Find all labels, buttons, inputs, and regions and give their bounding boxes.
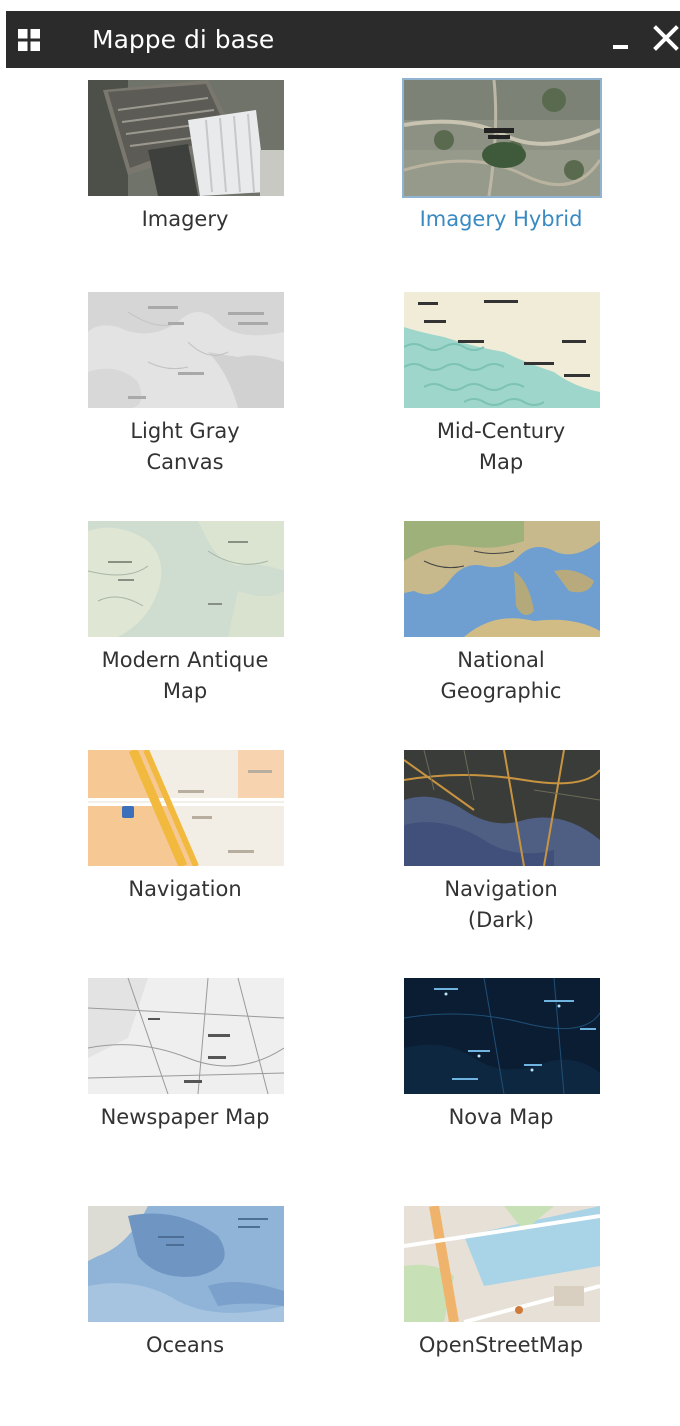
basemap-label: Imagery bbox=[141, 207, 229, 231]
national-geographic-thumbnail bbox=[404, 521, 600, 637]
basemap-label: Imagery Hybrid bbox=[419, 207, 583, 231]
basemap-label: Mid-Century Map bbox=[436, 419, 566, 474]
basemap-label: Newspaper Map bbox=[100, 1105, 270, 1129]
navigation-thumbnail bbox=[88, 750, 284, 866]
basemap-oceans[interactable]: Oceans bbox=[40, 1206, 330, 1426]
modern-antique-map-thumbnail bbox=[88, 521, 284, 637]
basemap-label: Nova Map bbox=[448, 1105, 554, 1129]
basemap-newspaper-map[interactable]: Newspaper Map bbox=[40, 978, 330, 1198]
newspaper-map-thumbnail bbox=[88, 978, 284, 1094]
basemap-imagery[interactable]: Imagery bbox=[40, 80, 330, 300]
basemap-mid-century-map[interactable]: Mid-Century Map bbox=[356, 292, 646, 512]
oceans-thumbnail bbox=[88, 1206, 284, 1322]
basemap-label: Navigation bbox=[128, 877, 242, 901]
basemap-light-gray-canvas[interactable]: Light Gray Canvas bbox=[40, 292, 330, 512]
basemap-navigation[interactable]: Navigation bbox=[40, 750, 330, 970]
navigation-dark-thumbnail bbox=[404, 750, 600, 866]
basemap-openstreetmap[interactable]: OpenStreetMap bbox=[356, 1206, 646, 1426]
minimize-icon bbox=[613, 45, 628, 49]
basemap-imagery-hybrid[interactable]: Imagery Hybrid bbox=[356, 80, 646, 300]
panel-titlebar: Mappe di base bbox=[6, 11, 680, 68]
mid-century-map-thumbnail bbox=[404, 292, 600, 408]
basemap-navigation-dark[interactable]: Navigation (Dark) bbox=[356, 750, 646, 970]
basemap-label: Light Gray Canvas bbox=[130, 419, 240, 474]
basemap-modern-antique-map[interactable]: Modern Antique Map bbox=[40, 521, 330, 741]
panel-title: Mappe di base bbox=[92, 25, 275, 54]
basemap-national-geographic[interactable]: National Geographic bbox=[356, 521, 646, 741]
light-gray-canvas-thumbnail bbox=[88, 292, 284, 408]
imagery-thumbnail bbox=[88, 80, 284, 196]
basemap-nova-map[interactable]: Nova Map bbox=[356, 978, 646, 1198]
minimize-button[interactable] bbox=[610, 11, 634, 68]
basemap-label: Oceans bbox=[145, 1333, 225, 1357]
close-icon[interactable] bbox=[652, 24, 680, 52]
basemap-label: OpenStreetMap bbox=[418, 1333, 584, 1357]
basemap-label: Navigation (Dark) bbox=[444, 877, 558, 932]
grid-icon[interactable] bbox=[18, 29, 40, 51]
openstreetmap-thumbnail bbox=[404, 1206, 600, 1322]
nova-map-thumbnail bbox=[404, 978, 600, 1094]
basemap-label: Modern Antique Map bbox=[101, 648, 269, 703]
imagery-hybrid-thumbnail bbox=[404, 80, 600, 196]
